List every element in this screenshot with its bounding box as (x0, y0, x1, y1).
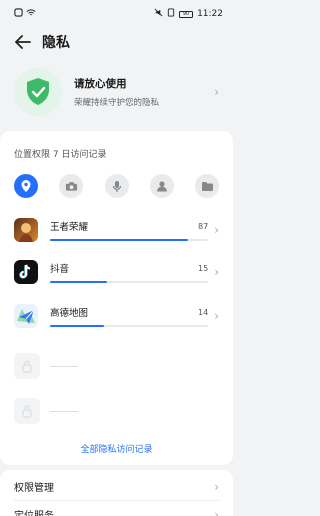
app-info: 高德地图 14 (50, 305, 209, 327)
contacts-icon (156, 181, 167, 192)
app-row-douyin[interactable]: 抖音 15 › (14, 258, 219, 286)
all-privacy-records-link[interactable]: 全部隐私访问记录 (0, 442, 233, 455)
tab-microphone[interactable] (104, 174, 129, 198)
app-info: 抖音 15 (50, 261, 209, 283)
app-row-amap[interactable]: 高德地图 14 › (14, 302, 219, 330)
shield-icon (27, 78, 49, 105)
chevron-right-icon: › (214, 85, 219, 99)
tab-camera[interactable] (59, 174, 84, 198)
usage-bar-fill (50, 281, 107, 283)
douyin-app-icon (14, 260, 38, 284)
usage-bar-fill (50, 325, 104, 327)
divider (14, 500, 219, 501)
placeholder-line (50, 365, 78, 367)
safety-card[interactable]: 请放心使用 荣耀持续守护您的隐私 › (0, 62, 233, 122)
usage-bar-track (50, 325, 209, 327)
lock-icon (14, 398, 40, 424)
app-name: 王者荣耀 (50, 222, 89, 233)
tab-files[interactable] (195, 174, 219, 198)
placeholder-row (14, 397, 219, 425)
chevron-right-icon: › (214, 223, 219, 237)
status-left (14, 8, 36, 20)
permission-tabs (14, 174, 219, 198)
usage-bar-fill (50, 239, 188, 241)
lock-icon (14, 353, 40, 379)
mute-icon (154, 8, 163, 20)
section-title: 位置权限 7 日访问记录 (14, 150, 107, 160)
menu-item-location-services[interactable]: 定位服务 › (14, 507, 219, 516)
microphone-icon (112, 180, 121, 192)
back-button[interactable] (14, 33, 32, 51)
back-arrow-icon (15, 35, 31, 49)
wifi-icon (26, 8, 36, 20)
app-row-honor-of-kings[interactable]: 王者荣耀 87 › (14, 216, 219, 244)
menu-item-label: 权限管理 (14, 483, 54, 494)
page-title: 隐私 (42, 35, 70, 51)
shield-badge (14, 68, 62, 116)
tab-location[interactable] (14, 174, 38, 198)
placeholder-row (14, 352, 219, 380)
header: 隐私 (0, 28, 233, 56)
status-right: 90 11:22 (154, 8, 223, 20)
chevron-right-icon: › (214, 507, 219, 516)
status-bar: 90 11:22 (0, 0, 233, 28)
honor-of-kings-app-icon (14, 218, 38, 242)
battery-indicator: 90 (179, 10, 194, 18)
access-count: 14 (198, 307, 209, 317)
chevron-right-icon: › (214, 265, 219, 279)
access-count: 87 (198, 221, 209, 231)
sim-icon (167, 8, 175, 20)
safety-subtitle: 荣耀持续守护您的隐私 (74, 98, 160, 108)
clock: 11:22 (197, 9, 223, 19)
camera-icon (65, 181, 77, 191)
menu-item-label: 定位服务 (14, 507, 54, 516)
notification-icon (14, 8, 23, 20)
app-name: 高德地图 (50, 308, 89, 319)
safety-title: 请放心使用 (74, 78, 127, 90)
chevron-right-icon: › (214, 479, 219, 494)
safety-text: 请放心使用 荣耀持续守护您的隐私 (74, 76, 159, 108)
placeholder-line (50, 410, 78, 412)
usage-bar-track (50, 281, 209, 283)
app-info: 王者荣耀 87 (50, 219, 209, 241)
tab-contacts[interactable] (149, 174, 174, 198)
access-count: 15 (198, 263, 209, 273)
chevron-right-icon: › (214, 309, 219, 323)
menu-item-permission-management[interactable]: 权限管理 › (14, 479, 219, 495)
app-name: 抖音 (50, 264, 70, 275)
location-icon (21, 180, 31, 192)
amap-app-icon (14, 304, 38, 328)
usage-bar-track (50, 239, 209, 241)
folder-icon (201, 181, 213, 191)
